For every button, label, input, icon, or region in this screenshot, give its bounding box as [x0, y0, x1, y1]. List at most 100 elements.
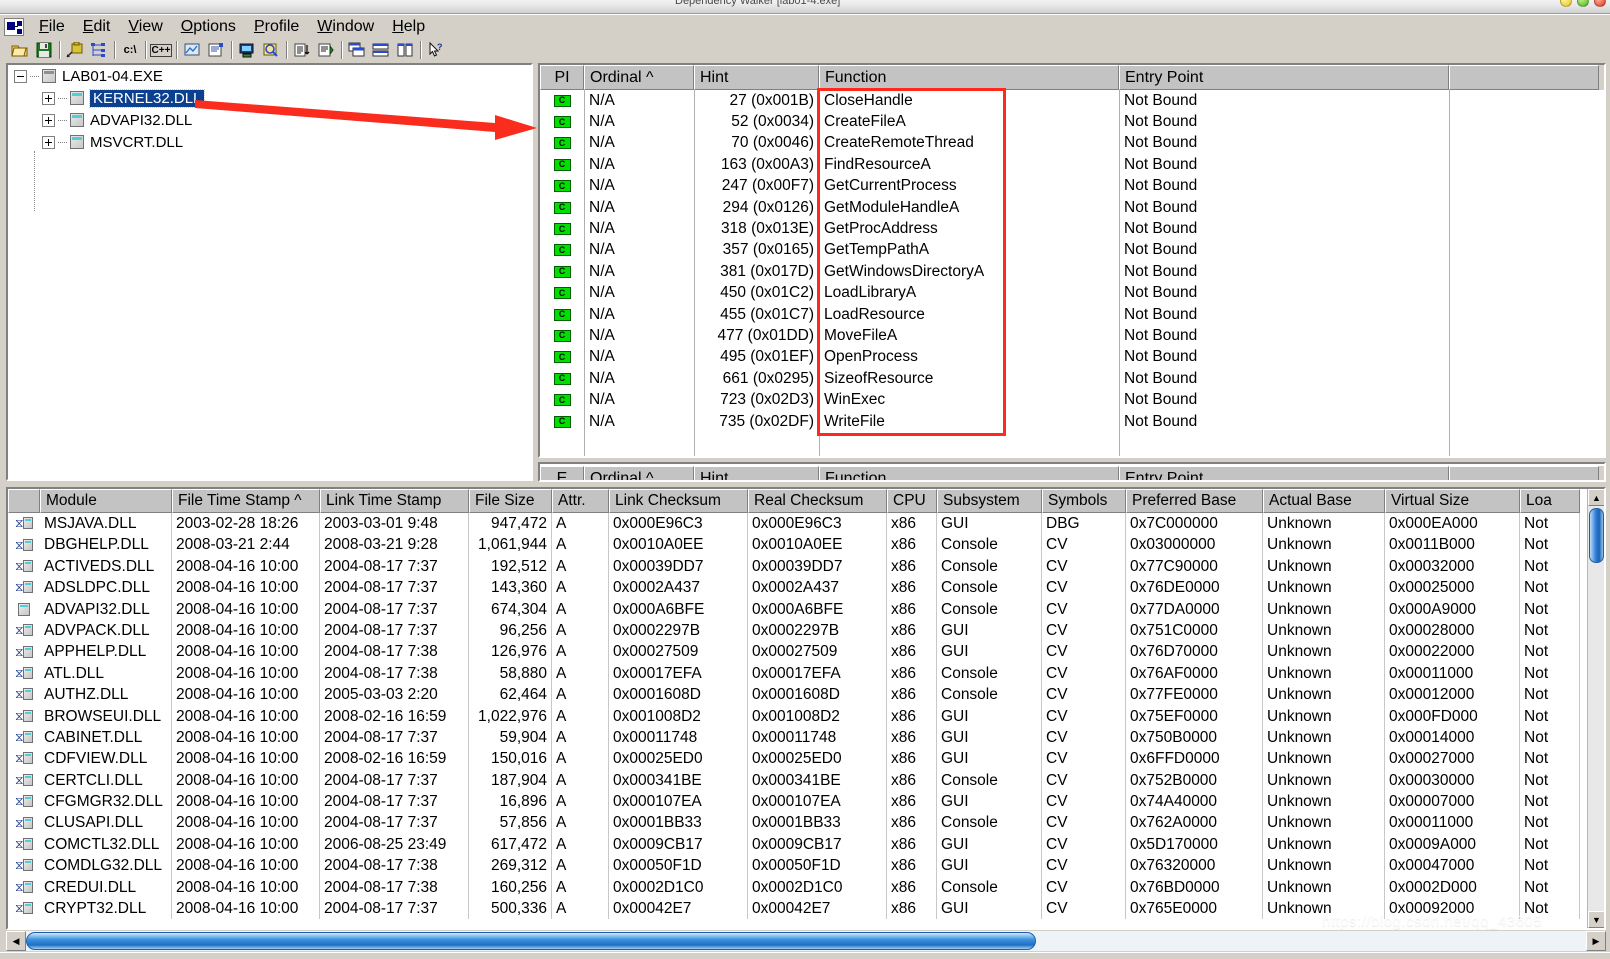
- system-info-icon[interactable]: [235, 39, 259, 61]
- imports-row[interactable]: C N/A 455 (0x01C7) LoadResource Not Bound: [540, 304, 1604, 325]
- scroll-up-arrow-icon[interactable]: ▲: [1588, 489, 1604, 506]
- modules-row[interactable]: ⧖ CRYPT32.DLL 2008-04-16 10:00 2004-08-17 7…: [8, 898, 1604, 920]
- scroll-down-arrow-icon[interactable]: ▼: [1588, 911, 1604, 928]
- imports-header-hint[interactable]: Hint: [694, 65, 819, 90]
- expand-all-icon[interactable]: [180, 39, 204, 61]
- modules-header-preferred-base[interactable]: Preferred Base: [1126, 489, 1263, 513]
- tree-node-advapi32[interactable]: ADVAPI32.DLL: [8, 109, 531, 131]
- modules-row[interactable]: ⧖ CREDUI.DLL 2008-04-16 10:00 2004-08-17 7:…: [8, 876, 1604, 899]
- modules-row[interactable]: ⧖ APPHELP.DLL 2008-04-16 10:00 2004-08-17 7…: [8, 641, 1604, 663]
- imports-row[interactable]: C N/A 52 (0x0034) CreateFileA Not Bound: [540, 111, 1604, 132]
- horizontal-scroll-thumb[interactable]: [26, 932, 1036, 950]
- modules-row[interactable]: ⧖ ADVPACK.DLL 2008-04-16 10:00 2004-08-17 7…: [8, 619, 1604, 642]
- modules-header-subsystem[interactable]: Subsystem: [937, 489, 1042, 513]
- modules-header-load-order[interactable]: Loa: [1520, 489, 1580, 513]
- modules-row[interactable]: ⧖ COMCTL32.DLL 2008-04-16 10:00 2006-08-25 …: [8, 833, 1604, 856]
- undecorate-cpp-icon[interactable]: C++: [149, 39, 173, 61]
- imports-row[interactable]: C N/A 294 (0x0126) GetModuleHandleA Not Boun…: [540, 197, 1604, 218]
- menu-window[interactable]: Window: [308, 17, 383, 37]
- modules-row[interactable]: ⧖ ATL.DLL 2008-04-16 10:00 2004-08-17 7:38 5…: [8, 662, 1604, 685]
- modules-header-link-time-stamp[interactable]: Link Time Stamp: [320, 489, 469, 513]
- modules-horizontal-scrollbar[interactable]: ◀ ▶: [6, 930, 1606, 952]
- imports-row[interactable]: C N/A 450 (0x01C2) LoadLibraryA Not Bound: [540, 283, 1604, 304]
- imports-row[interactable]: C N/A 735 (0x02DF) WriteFile Not Bound: [540, 411, 1604, 432]
- exports-header-entry-point[interactable]: Entry Point: [1119, 466, 1449, 480]
- menu-help[interactable]: Help: [383, 17, 434, 37]
- modules-header-symbols[interactable]: Symbols: [1042, 489, 1126, 513]
- full-paths-icon[interactable]: c:\: [118, 39, 142, 61]
- imports-row[interactable]: C N/A 163 (0x00A3) FindResourceA Not Bound: [540, 154, 1604, 175]
- module-dependency-tree[interactable]: LAB01-04.EXE KERNEL32.DLL ADVAPI32.DLL M…: [6, 63, 533, 481]
- imports-header-blank[interactable]: [1449, 65, 1599, 90]
- imports-row[interactable]: C N/A 318 (0x013E) GetProcAddress Not Bound: [540, 218, 1604, 239]
- modules-row[interactable]: ⧖ ADSLDPC.DLL 2008-04-16 10:00 2004-08-17 7…: [8, 577, 1604, 599]
- imports-row[interactable]: C N/A 357 (0x0165) GetTempPathA Not Bound: [540, 240, 1604, 261]
- modules-header-attr[interactable]: Attr.: [552, 489, 609, 513]
- modules-row[interactable]: ⧖ CERTCLI.DLL 2008-04-16 10:00 2004-08-17 7…: [8, 769, 1604, 792]
- modules-row[interactable]: ⧖ ACTIVEDS.DLL 2008-04-16 10:00 2004-08-17 …: [8, 555, 1604, 578]
- expand-icon[interactable]: [42, 91, 55, 105]
- scroll-left-arrow-icon[interactable]: ◀: [6, 931, 26, 951]
- exports-header-blank[interactable]: [1449, 466, 1599, 480]
- open-file-icon[interactable]: [8, 39, 32, 61]
- modules-row[interactable]: ADVAPI32.DLL 2008-04-16 10:00 2004-08-17 7…: [8, 598, 1604, 620]
- exports-list[interactable]: E Ordinal ^ Hint Function Entry Point: [538, 462, 1606, 482]
- close-button[interactable]: [1594, 0, 1606, 7]
- imports-header-entry-point[interactable]: Entry Point: [1119, 65, 1449, 90]
- external-viewer-icon[interactable]: [63, 39, 87, 61]
- imports-row[interactable]: C N/A 495 (0x01EF) OpenProcess Not Bound: [540, 347, 1604, 368]
- tile-horizontal-icon[interactable]: [369, 39, 393, 61]
- modules-vertical-scrollbar[interactable]: ▲ ▼: [1587, 489, 1604, 928]
- modules-row[interactable]: ⧖ CABINET.DLL 2008-04-16 10:00 2004-08-17 7…: [8, 726, 1604, 749]
- modules-row[interactable]: ⧖ MSJAVA.DLL 2003-02-28 18:26 2003-03-01 9:…: [8, 513, 1604, 535]
- vertical-scroll-thumb[interactable]: [1589, 508, 1604, 563]
- tree-node-msvcrt[interactable]: MSVCRT.DLL: [8, 131, 531, 153]
- maximize-button[interactable]: [1577, 0, 1589, 7]
- imports-row[interactable]: C N/A 381 (0x017D) GetWindowsDirectoryA Not …: [540, 261, 1604, 282]
- imports-row[interactable]: C N/A 477 (0x01DD) MoveFileA Not Bound: [540, 325, 1604, 346]
- modules-row[interactable]: ⧖ AUTHZ.DLL 2008-04-16 10:00 2005-03-03 2:2…: [8, 684, 1604, 706]
- imports-row[interactable]: C N/A 247 (0x00F7) GetCurrentProcess Not Bou…: [540, 176, 1604, 197]
- horizontal-scroll-track[interactable]: [26, 931, 1586, 951]
- imports-row[interactable]: C N/A 661 (0x0295) SizeofResource Not Bound: [540, 368, 1604, 389]
- module-details-list[interactable]: Module File Time Stamp ^ Link Time Stamp…: [6, 487, 1606, 930]
- exports-header-ordinal[interactable]: Ordinal ^: [584, 466, 694, 480]
- menu-options[interactable]: Options: [172, 17, 245, 37]
- imports-row[interactable]: C N/A 70 (0x0046) CreateRemoteThread Not Bou…: [540, 133, 1604, 154]
- search-path-icon[interactable]: [259, 39, 283, 61]
- menu-view[interactable]: View: [119, 17, 171, 37]
- scroll-right-arrow-icon[interactable]: ▶: [1586, 931, 1606, 951]
- expand-icon[interactable]: [42, 113, 55, 127]
- auto-expand-icon[interactable]: [290, 39, 314, 61]
- modules-header-file-size[interactable]: File Size: [469, 489, 552, 513]
- start-profiling-icon[interactable]: [314, 39, 338, 61]
- save-icon[interactable]: [32, 39, 56, 61]
- modules-row[interactable]: ⧖ CFGMGR32.DLL 2008-04-16 10:00 2004-08-17 …: [8, 791, 1604, 813]
- modules-header-actual-base[interactable]: Actual Base: [1263, 489, 1385, 513]
- module-session-icon[interactable]: [87, 39, 111, 61]
- imports-header-pi[interactable]: PI: [540, 65, 584, 90]
- expand-icon[interactable]: [42, 135, 55, 149]
- exports-header-e[interactable]: E: [540, 466, 584, 480]
- modules-header-virtual-size[interactable]: Virtual Size: [1385, 489, 1520, 513]
- context-help-icon[interactable]: ?: [424, 39, 448, 61]
- collapse-icon[interactable]: [14, 69, 27, 83]
- tree-node-kernel32[interactable]: KERNEL32.DLL: [8, 87, 531, 109]
- modules-header-icon[interactable]: [8, 489, 40, 513]
- exports-header-hint[interactable]: Hint: [694, 466, 819, 480]
- tile-vertical-icon[interactable]: [393, 39, 417, 61]
- menu-profile[interactable]: Profile: [245, 17, 308, 37]
- imports-row[interactable]: C N/A 723 (0x02D3) WinExec Not Bound: [540, 389, 1604, 410]
- imports-header-ordinal[interactable]: Ordinal ^: [584, 65, 694, 90]
- properties-icon[interactable]: [204, 39, 228, 61]
- modules-header-file-time-stamp[interactable]: File Time Stamp ^: [172, 489, 320, 513]
- imports-list[interactable]: PI Ordinal ^ Hint Function Entry Point C…: [538, 63, 1606, 458]
- modules-row[interactable]: ⧖ COMDLG32.DLL 2008-04-16 10:00 2004-08-17 …: [8, 855, 1604, 877]
- menu-file[interactable]: File: [30, 17, 74, 37]
- modules-row[interactable]: ⧖ DBGHELP.DLL 2008-03-21 2:44 2008-03-21 9:…: [8, 534, 1604, 556]
- modules-header-module[interactable]: Module: [40, 489, 172, 513]
- exports-header-function[interactable]: Function: [819, 466, 1119, 480]
- imports-row[interactable]: C N/A 27 (0x001B) CloseHandle Not Bound: [540, 90, 1604, 111]
- modules-header-cpu[interactable]: CPU: [887, 489, 937, 513]
- tree-node-root[interactable]: LAB01-04.EXE: [8, 65, 531, 87]
